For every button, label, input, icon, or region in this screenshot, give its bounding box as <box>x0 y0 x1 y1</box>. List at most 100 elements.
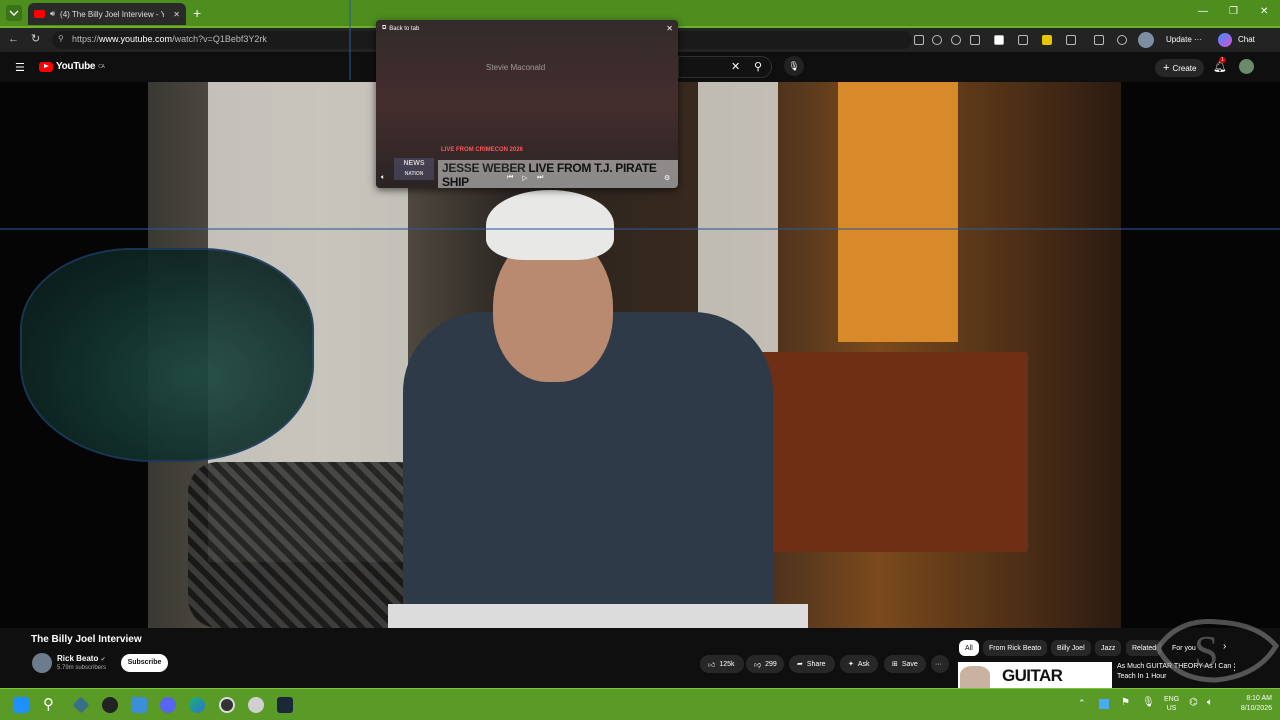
picture-in-picture-player[interactable]: ⧉ Back to tab ✕ Stevie Maconald LIVE FRO… <box>376 20 678 188</box>
dislike-count: 299 <box>765 660 777 668</box>
save-button[interactable]: ⊞ Save <box>884 655 926 673</box>
chip-billy-joel[interactable]: Billy Joel <box>1051 640 1091 656</box>
subscriber-count: 5.79m subscribers <box>57 665 107 671</box>
tray-mic-icon[interactable]: 🎙︎ <box>1142 697 1155 708</box>
verified-icon: ✔ <box>100 657 106 663</box>
voice-search-icon[interactable]: 🎙︎ <box>784 56 804 76</box>
chip-all[interactable]: All <box>959 640 979 656</box>
mini-player-controls: 🔈︎ ⏮ ▷ ⏭ ⚙ <box>376 174 678 186</box>
channel-watermark-logo: S <box>1155 619 1280 683</box>
chip-jazz[interactable]: Jazz <box>1095 640 1122 656</box>
extension-icon[interactable] <box>1018 35 1028 45</box>
thumbnail-face <box>960 666 990 688</box>
mini-player-live-label: LIVE FROM CRIMECON 2026 <box>441 147 524 153</box>
mini-play-icon[interactable]: ▷ <box>522 174 527 182</box>
ask-button[interactable]: ✦ Ask <box>840 655 878 673</box>
system-clock[interactable]: 8:10 AM 8/10/2026 <box>1226 694 1272 714</box>
taskbar-app-icon-3[interactable] <box>248 697 264 713</box>
url-prefix: https:// <box>72 34 100 44</box>
tracking-prevention-icon[interactable] <box>951 35 961 45</box>
back-icon[interactable]: ← <box>8 33 19 45</box>
mini-player-close-icon[interactable]: ✕ <box>666 24 673 33</box>
tray-pin-icon[interactable]: ⚑ <box>1121 697 1130 708</box>
like-count: 125k <box>719 660 735 668</box>
youtube-logo[interactable]: YouTube CA <box>39 61 105 72</box>
split-screen-icon[interactable] <box>914 35 924 45</box>
channel-name-text: Rick Beato <box>57 654 99 663</box>
update-button[interactable]: Update ··· <box>1166 35 1202 44</box>
youtube-favicon-icon <box>34 10 45 18</box>
steam-icon[interactable] <box>277 697 293 713</box>
headline-bold: JESSE WEBER <box>442 161 526 175</box>
mini-previous-icon[interactable]: ⏮ <box>507 174 513 182</box>
guide-menu-icon[interactable]: ☰ <box>15 61 25 74</box>
more-actions-icon[interactable]: ··· <box>931 655 949 673</box>
favorite-star-icon[interactable] <box>970 35 980 45</box>
video-title: The Billy Joel Interview <box>31 634 142 645</box>
site-info-icon[interactable]: ⚲ <box>58 34 64 43</box>
zoom-icon[interactable] <box>932 35 942 45</box>
profile-avatar-icon[interactable] <box>1138 32 1154 48</box>
collections-icon[interactable] <box>994 35 1004 45</box>
chat-label[interactable]: Chat <box>1238 35 1255 44</box>
taskbar-search-icon[interactable]: ⚲ <box>43 695 54 713</box>
recommended-thumbnail[interactable]: GUITAR THEORY <box>958 662 1112 688</box>
back-to-tab-icon: ⧉ <box>382 25 387 31</box>
share-button[interactable]: ➦ Share <box>789 655 835 673</box>
save-label: Save <box>901 660 918 668</box>
back-to-tab-button[interactable]: ⧉ Back to tab <box>382 25 419 32</box>
tab-actions-icon[interactable] <box>6 5 22 21</box>
tab-title: (4) The Billy Joel Interview - Yo <box>60 9 165 19</box>
thumbnail-text: GUITAR THEORY <box>1002 666 1069 688</box>
create-button[interactable]: + Create <box>1155 59 1205 77</box>
restore-icon[interactable]: ❐ <box>1229 6 1238 17</box>
language-indicator[interactable]: ENG US <box>1164 695 1179 713</box>
dislike-button[interactable]: 👎︎ 299 <box>746 655 784 673</box>
start-windows-icon[interactable] <box>13 697 29 713</box>
url-path: /watch?v=Q1Bebf3Y2rk <box>172 34 267 44</box>
back-to-tab-label: Back to tab <box>389 25 420 32</box>
chip-from-rick-beato[interactable]: From Rick Beato <box>983 640 1048 656</box>
like-button[interactable]: 👍︎ 125k <box>700 655 744 673</box>
mini-settings-icon[interactable]: ⚙ <box>664 174 670 182</box>
clear-search-icon[interactable]: ✕ <box>731 60 740 73</box>
mini-volume-icon[interactable]: 🔈︎ <box>381 174 385 182</box>
tray-overflow-icon[interactable]: ⌃ <box>1078 698 1086 709</box>
share-label: Share <box>806 660 826 668</box>
discord-icon[interactable] <box>160 697 176 713</box>
copilot-icon[interactable] <box>1218 33 1232 47</box>
search-icon[interactable]: ⚲ <box>754 60 762 73</box>
history-icon[interactable] <box>1117 35 1127 45</box>
taskbar-app-icon-2[interactable] <box>102 697 118 713</box>
file-explorer-icon[interactable] <box>131 697 147 713</box>
tray-app-icon[interactable] <box>1099 699 1109 709</box>
share-icon: ➦ <box>797 661 803 668</box>
channel-name[interactable]: Rick Beato ✔ <box>57 654 106 663</box>
taskbar-app-icon-1[interactable] <box>72 696 90 714</box>
account-avatar[interactable] <box>1239 59 1254 74</box>
tab-close-icon[interactable]: ✕ <box>173 10 180 19</box>
logo-line-1: NEWS <box>403 160 425 167</box>
lang-line-1: ENG <box>1164 696 1180 703</box>
browser-essentials-icon[interactable] <box>1094 35 1104 45</box>
lang-line-2: US <box>1166 705 1177 712</box>
chrome-browser-icon[interactable] <box>219 697 235 713</box>
mini-next-icon[interactable]: ⏭ <box>537 174 543 182</box>
active-tab[interactable]: 🔊︎ (4) The Billy Joel Interview - Yo ✕ <box>28 3 186 25</box>
close-window-icon[interactable]: ✕ <box>1260 6 1268 17</box>
like-icon: 👍︎ <box>708 661 716 669</box>
extension-yellow-icon[interactable] <box>1042 35 1052 45</box>
channel-avatar[interactable] <box>32 653 52 673</box>
ask-label: Ask <box>857 660 870 668</box>
extensions-puzzle-icon[interactable] <box>1066 35 1076 45</box>
video-orange-wall <box>838 82 958 342</box>
svg-text:S: S <box>1194 627 1218 676</box>
edge-browser-icon[interactable] <box>189 697 205 713</box>
new-tab-icon[interactable]: + <box>193 5 201 21</box>
reload-icon[interactable]: ↻ <box>31 32 40 45</box>
subscribe-button[interactable]: Subscribe <box>121 654 168 672</box>
volume-icon[interactable]: 🔈︎ <box>1207 697 1213 708</box>
speaker-icon[interactable]: 🔊︎ <box>50 9 55 19</box>
network-icon[interactable]: ⌬ <box>1189 697 1198 708</box>
minimize-icon[interactable]: — <box>1198 6 1208 17</box>
